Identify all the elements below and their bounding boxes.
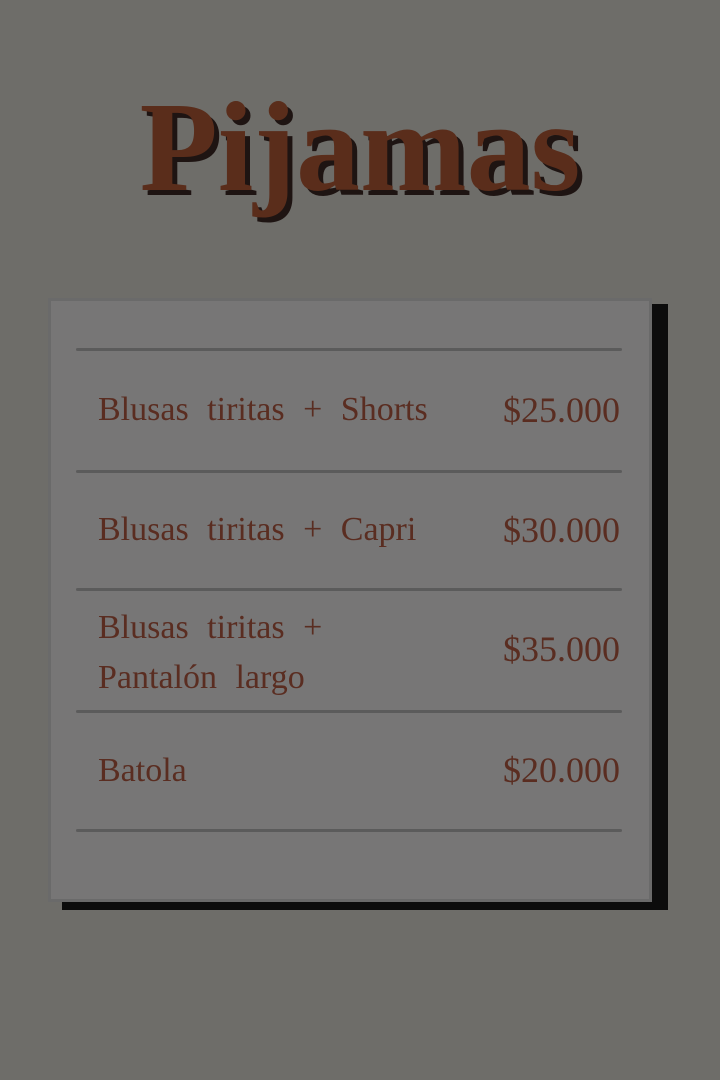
page-title: Pijamas — [139, 76, 581, 218]
item-name-pantalon: Blusas tiritas + Pantalón largo — [98, 609, 323, 696]
divider — [76, 348, 622, 351]
divider — [76, 829, 622, 832]
item-name-batola: Batola — [98, 752, 187, 789]
item-price-capri: $30.000 — [503, 510, 620, 550]
item-price-pantalon: $35.000 — [503, 629, 620, 669]
item-name-capri: Blusas tiritas + Capri — [98, 511, 417, 548]
divider — [76, 710, 622, 713]
divider — [76, 588, 622, 591]
item-price-batola: $20.000 — [503, 750, 620, 790]
divider — [76, 470, 622, 473]
item-name-shorts: Blusas tiritas + Shorts — [98, 391, 428, 428]
item-price-shorts: $25.000 — [503, 390, 620, 430]
